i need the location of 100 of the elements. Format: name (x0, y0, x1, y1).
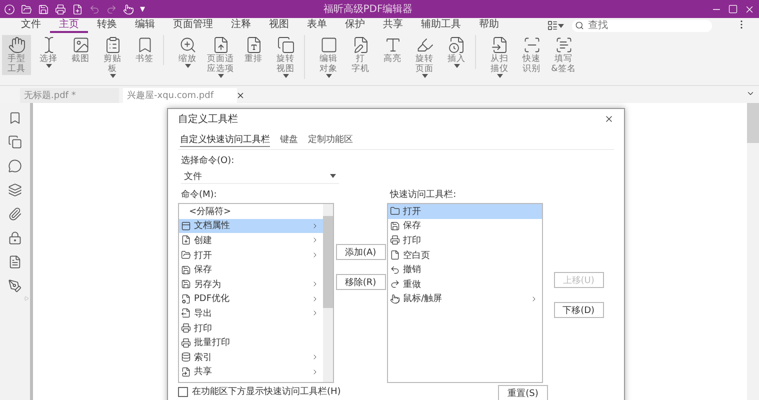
save-icon (38, 4, 49, 14)
comment-icon (8, 159, 22, 173)
pages-icon (8, 135, 22, 149)
ribbon-button[interactable]: 截图 (66, 35, 95, 65)
command-item[interactable]: 保存 (179, 262, 323, 277)
menu-tab[interactable]: 页面管理 (164, 18, 222, 32)
toolbar-label: 快速访问工具栏: (388, 188, 458, 202)
commands-label: 命令(M): (180, 188, 218, 202)
page-arrows-icon (212, 36, 230, 54)
ribbon-button[interactable]: 缩放 (173, 35, 202, 69)
menu-tab[interactable]: 共享 (374, 18, 412, 32)
ribbon-button[interactable]: 旋转 页面 (410, 35, 439, 79)
page-insert-icon (490, 36, 508, 54)
command-item[interactable]: 批量打印 (179, 335, 323, 350)
dialog-tab[interactable]: 自定义快速访问工具栏 (180, 133, 270, 147)
menu-tab[interactable]: 注释 (222, 18, 260, 32)
menu-tab[interactable]: 辅助工具 (412, 18, 470, 32)
checkbox[interactable] (178, 386, 188, 396)
ocr-icon (554, 36, 572, 54)
signature-icon (8, 279, 22, 293)
choose-command-label: 选择命令(O): (180, 154, 236, 168)
menu-tab[interactable]: 视图 (260, 18, 298, 32)
dialog-tab[interactable]: 键盘 (280, 133, 298, 147)
redo-icon (390, 279, 400, 290)
toolbar-item[interactable]: 打开 (388, 204, 542, 219)
dropdown-caret-icon (558, 24, 564, 28)
ribbon-button[interactable]: 书签 (130, 35, 164, 65)
text-icon (384, 36, 402, 54)
command-item[interactable]: 创建 (179, 233, 323, 248)
command-item[interactable]: 导出 (179, 306, 323, 321)
page-pen-icon (352, 36, 370, 54)
command-item[interactable]: 打印 (179, 320, 323, 336)
ribbon-button[interactable]: 从扫 描仪 (485, 35, 514, 79)
toolbar-item[interactable]: 打印 (388, 233, 542, 248)
close-icon (744, 4, 755, 14)
menu-tab[interactable]: 帮助 (470, 18, 508, 32)
command-item[interactable]: 打开 (179, 248, 323, 262)
dialog-button[interactable]: 重置(S) (498, 385, 548, 400)
blank-page-icon (390, 250, 400, 260)
window-title: 福昕高级PDF编辑器 (322, 2, 414, 16)
toolbar-item[interactable]: 重做 (388, 276, 542, 292)
menu-tab[interactable]: 表单 (298, 18, 336, 32)
toolbar-item[interactable]: 鼠标/触屏 (388, 292, 542, 306)
dialog-button[interactable]: 移除(R) (336, 274, 386, 290)
redo-icon (106, 4, 117, 14)
command-item[interactable]: 索引 (179, 350, 323, 365)
command-item[interactable]: PDF优化 (179, 292, 323, 306)
dialog-title: 自定义工具栏 (178, 112, 238, 126)
ribbon-button[interactable]: 页面适 应选项 (205, 35, 236, 79)
ribbon-button[interactable]: 重排 (239, 35, 268, 65)
hand-icon (8, 36, 26, 54)
bookmark-icon (8, 111, 22, 125)
new-file-icon (72, 4, 83, 14)
ribbon-button[interactable]: 插入 (442, 35, 476, 69)
command-category-select[interactable]: 文件 (181, 169, 339, 184)
dialog-button[interactable]: 下移(D) (554, 302, 604, 318)
file-icon (8, 255, 22, 269)
open-icon (21, 4, 32, 14)
command-item[interactable]: 另存为 (179, 276, 323, 292)
list-scrollbar[interactable] (323, 204, 333, 382)
highlighter-icon (416, 36, 434, 54)
search-field[interactable]: 查找 (572, 20, 712, 32)
ribbon-button[interactable]: 高亮 (378, 35, 407, 65)
close-tab-icon[interactable] (236, 91, 245, 100)
ribbon-button[interactable]: 打 字机 (346, 35, 375, 75)
command-item[interactable]: 共享 (179, 364, 323, 380)
menu-tab[interactable]: 转换 (88, 18, 126, 32)
toolbar-item[interactable]: 空白页 (388, 248, 542, 262)
maximize-icon (728, 4, 738, 14)
zoom-icon (178, 36, 196, 54)
paperclip-icon (8, 207, 22, 221)
expand-icon (24, 296, 29, 301)
ribbon-button[interactable]: 编辑 对象 (314, 35, 343, 79)
hand-pointer-icon (123, 4, 134, 14)
text-page-icon (244, 36, 262, 54)
ribbon-button[interactable]: 快速 识别 (517, 35, 546, 75)
layout-icon (547, 20, 558, 31)
image-icon (72, 36, 90, 54)
ribbon-button[interactable]: 剪贴 板 (98, 35, 127, 79)
checkbox-label: 在功能区下方显示快速访问工具栏(H) (192, 386, 341, 398)
dialog-button[interactable]: 添加(A) (336, 244, 386, 260)
save-icon (390, 220, 400, 231)
menu-tab[interactable]: 保护 (336, 18, 374, 32)
scanner-icon (522, 36, 540, 54)
ribbon-button[interactable]: 选择 (34, 35, 63, 69)
menu-tab[interactable]: 编辑 (126, 18, 164, 32)
menu-tab[interactable]: 文件 (12, 18, 50, 32)
toolbar-item[interactable]: 保存 (388, 218, 542, 234)
print-icon (55, 4, 66, 14)
lock-icon (8, 231, 22, 245)
dialog-tab[interactable]: 定制功能区 (308, 133, 353, 147)
ribbon-button[interactable]: 旋转 视图 (271, 35, 305, 79)
command-item[interactable]: 文档属性 (179, 218, 323, 234)
print-icon (390, 235, 400, 246)
customize-toolbar-caret[interactable]: ▾ (140, 4, 146, 14)
toolbar-item[interactable]: 撤销 (388, 262, 542, 277)
undo-icon (89, 4, 100, 14)
ribbon-button[interactable]: 填写 &签名 (549, 35, 578, 75)
command-item[interactable]: <分隔符> (179, 204, 323, 219)
undo-icon (390, 264, 400, 275)
